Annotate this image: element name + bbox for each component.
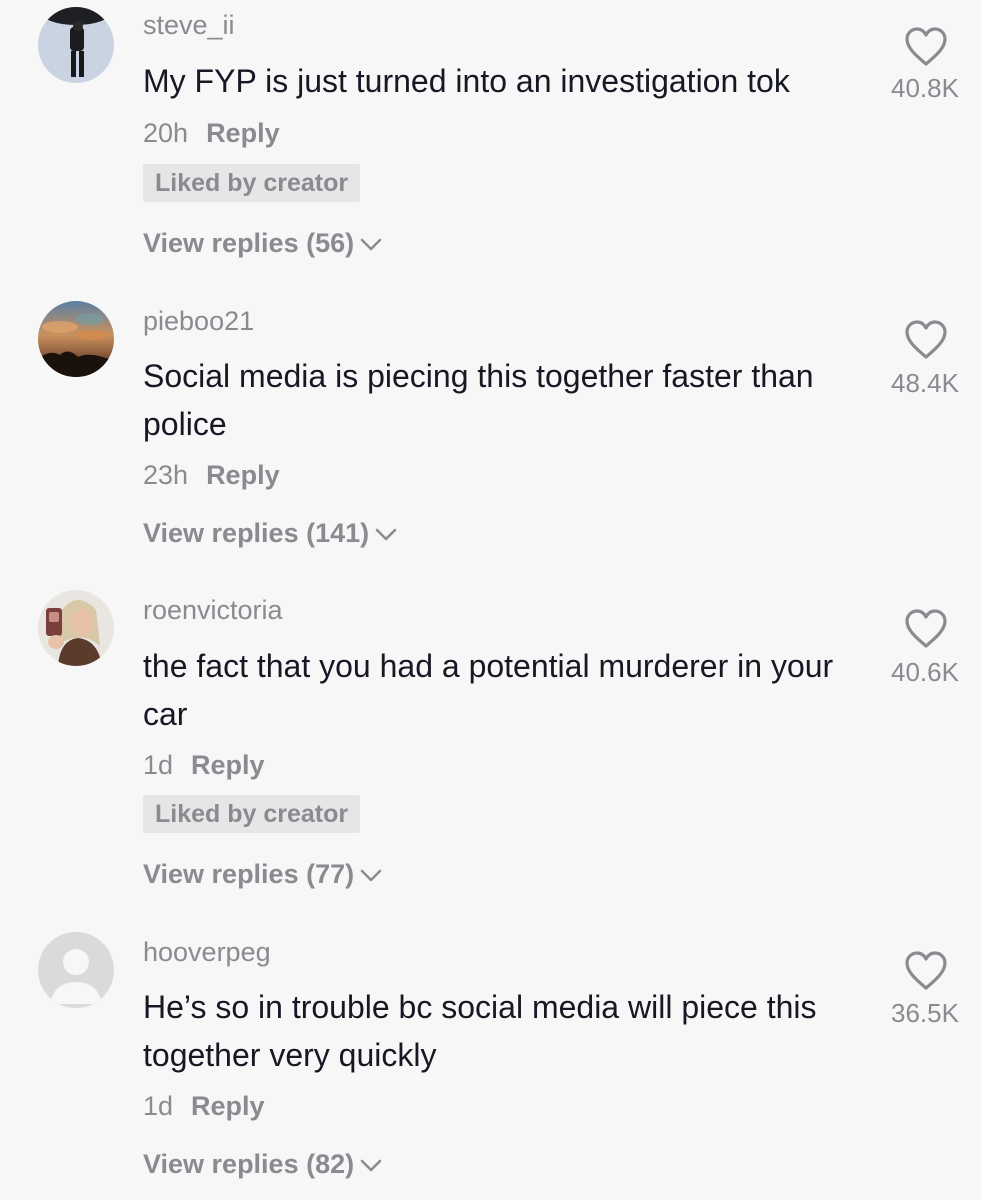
- view-replies-button[interactable]: View replies (56): [143, 228, 382, 259]
- heart-icon: [905, 609, 947, 648]
- avatar-default-icon: [38, 932, 114, 1008]
- view-replies-label: View replies (56): [143, 228, 355, 258]
- chevron-down-icon: [360, 869, 382, 882]
- avatar[interactable]: [38, 301, 114, 377]
- like-count: 40.8K: [891, 73, 959, 103]
- avatar[interactable]: [38, 7, 114, 83]
- view-replies-button[interactable]: View replies (141): [143, 518, 397, 549]
- like-button[interactable]: [904, 320, 948, 360]
- comment-time: 23h: [143, 460, 189, 490]
- liked-by-creator-badge: Liked by creator: [143, 164, 361, 202]
- like-button[interactable]: [904, 27, 948, 67]
- view-replies-button[interactable]: View replies (82): [143, 1149, 382, 1180]
- comment-meta: 1d Reply: [143, 1091, 265, 1122]
- comment-username[interactable]: pieboo21: [143, 306, 254, 337]
- comment-text: My FYP is just turned into an investigat…: [143, 63, 790, 99]
- heart-icon: [905, 320, 947, 359]
- comment-username[interactable]: roenvictoria: [143, 595, 283, 626]
- chevron-down-icon: [375, 528, 397, 541]
- like-count: 40.6K: [891, 657, 959, 687]
- comment-text: the fact that you had a potential murder…: [143, 648, 834, 732]
- view-replies-label: View replies (82): [143, 1149, 355, 1179]
- comment-meta: 23h Reply: [143, 460, 280, 491]
- chevron-down-icon: [360, 1159, 382, 1172]
- comment-username[interactable]: steve_ii: [143, 10, 235, 41]
- like-button[interactable]: [904, 609, 948, 649]
- reply-button[interactable]: Reply: [191, 750, 265, 780]
- comment-time: 1d: [143, 1091, 174, 1121]
- reply-button[interactable]: Reply: [191, 1091, 265, 1121]
- avatar-person-umbrella-icon: [38, 7, 114, 83]
- comment-meta: 1d Reply: [143, 750, 265, 781]
- comment-time: 20h: [143, 118, 189, 148]
- comment-username[interactable]: hooverpeg: [143, 937, 271, 968]
- heart-icon: [905, 27, 947, 66]
- comment-text: He’s so in trouble bc social media will …: [143, 989, 817, 1073]
- comment-time: 1d: [143, 750, 174, 780]
- comment-meta: 20h Reply: [143, 118, 280, 149]
- like-count: 48.4K: [891, 368, 959, 398]
- chevron-down-icon: [360, 238, 382, 251]
- like-count: 36.5K: [891, 998, 959, 1028]
- avatar-selfie-icon: [38, 590, 114, 666]
- avatar[interactable]: [38, 932, 114, 1008]
- view-replies-label: View replies (141): [143, 518, 370, 548]
- like-button[interactable]: [904, 951, 948, 991]
- avatar[interactable]: [38, 590, 114, 666]
- view-replies-label: View replies (77): [143, 859, 355, 889]
- liked-by-creator-badge: Liked by creator: [143, 795, 361, 833]
- avatar-sunset-sky-icon: [38, 301, 114, 377]
- reply-button[interactable]: Reply: [206, 118, 280, 148]
- heart-icon: [905, 951, 947, 990]
- reply-button[interactable]: Reply: [206, 460, 280, 490]
- comment-text: Social media is piecing this together fa…: [143, 358, 814, 442]
- view-replies-button[interactable]: View replies (77): [143, 859, 382, 890]
